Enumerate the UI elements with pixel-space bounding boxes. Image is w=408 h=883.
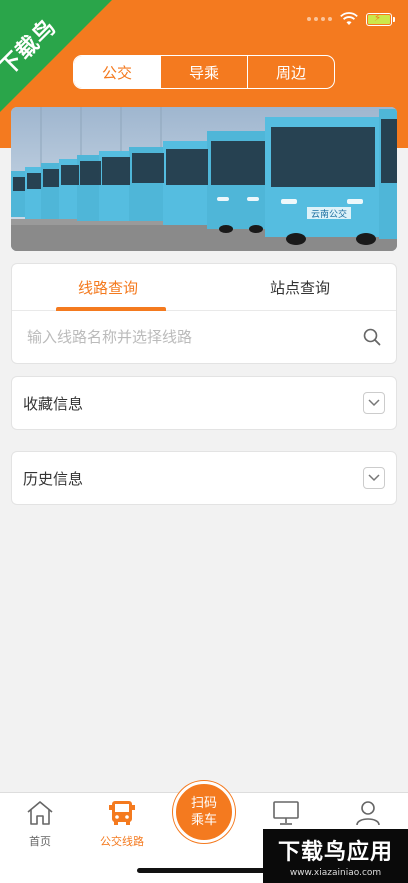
wifi-icon xyxy=(340,12,358,25)
segment-nearby[interactable]: 周边 xyxy=(247,56,334,88)
tab-home[interactable]: 首页 xyxy=(0,799,80,849)
tab-route-query[interactable]: 线路查询 xyxy=(12,264,204,310)
home-icon xyxy=(27,801,53,825)
history-row[interactable]: 历史信息 xyxy=(11,451,397,505)
signal-icon xyxy=(307,17,332,21)
status-bar: ⚡ xyxy=(307,12,395,26)
user-icon xyxy=(356,801,380,826)
history-label: 历史信息 xyxy=(23,469,84,488)
route-query-card: 线路查询 站点查询 xyxy=(11,263,397,364)
bus-icon xyxy=(109,801,135,825)
active-tab-underline xyxy=(56,307,166,311)
home-indicator xyxy=(137,868,271,873)
search-icon[interactable] xyxy=(363,328,381,346)
watermark-bottom-logo: 下载鸟应用 www.xiazainiao.com xyxy=(263,829,408,883)
monitor-icon xyxy=(273,801,299,825)
bus-banner-image[interactable]: 云南公交 xyxy=(11,107,397,251)
chevron-down-icon[interactable] xyxy=(363,392,385,414)
watermark-bottom-text: 下载鸟应用 xyxy=(277,840,393,865)
tab-home-label: 首页 xyxy=(29,835,51,848)
route-search-input[interactable] xyxy=(27,328,347,346)
query-tabs: 线路查询 站点查询 xyxy=(12,264,396,311)
tab-bus-routes-label: 公交线路 xyxy=(100,835,144,848)
segment-guide[interactable]: 导乘 xyxy=(160,56,247,88)
battery-icon: ⚡ xyxy=(366,12,395,26)
scan-line1: 扫码 xyxy=(190,796,217,811)
tab-monitor[interactable] xyxy=(246,799,326,833)
favorites-label: 收藏信息 xyxy=(23,394,84,413)
tab-stop-query[interactable]: 站点查询 xyxy=(204,264,396,310)
scan-to-ride-button[interactable]: 扫码 乘车 xyxy=(173,781,235,843)
mode-segmented-control: 公交 导乘 周边 xyxy=(73,55,335,89)
bus-sign-text: 云南公交 xyxy=(311,208,347,220)
tab-profile[interactable] xyxy=(328,799,408,833)
scan-line2: 乘车 xyxy=(190,813,217,828)
search-row xyxy=(12,311,396,363)
watermark-bottom-site: www.xiazainiao.com xyxy=(289,868,382,878)
tab-bus-routes[interactable]: 公交线路 xyxy=(82,799,162,849)
favorites-row[interactable]: 收藏信息 xyxy=(11,376,397,430)
chevron-down-icon[interactable] xyxy=(363,467,385,489)
